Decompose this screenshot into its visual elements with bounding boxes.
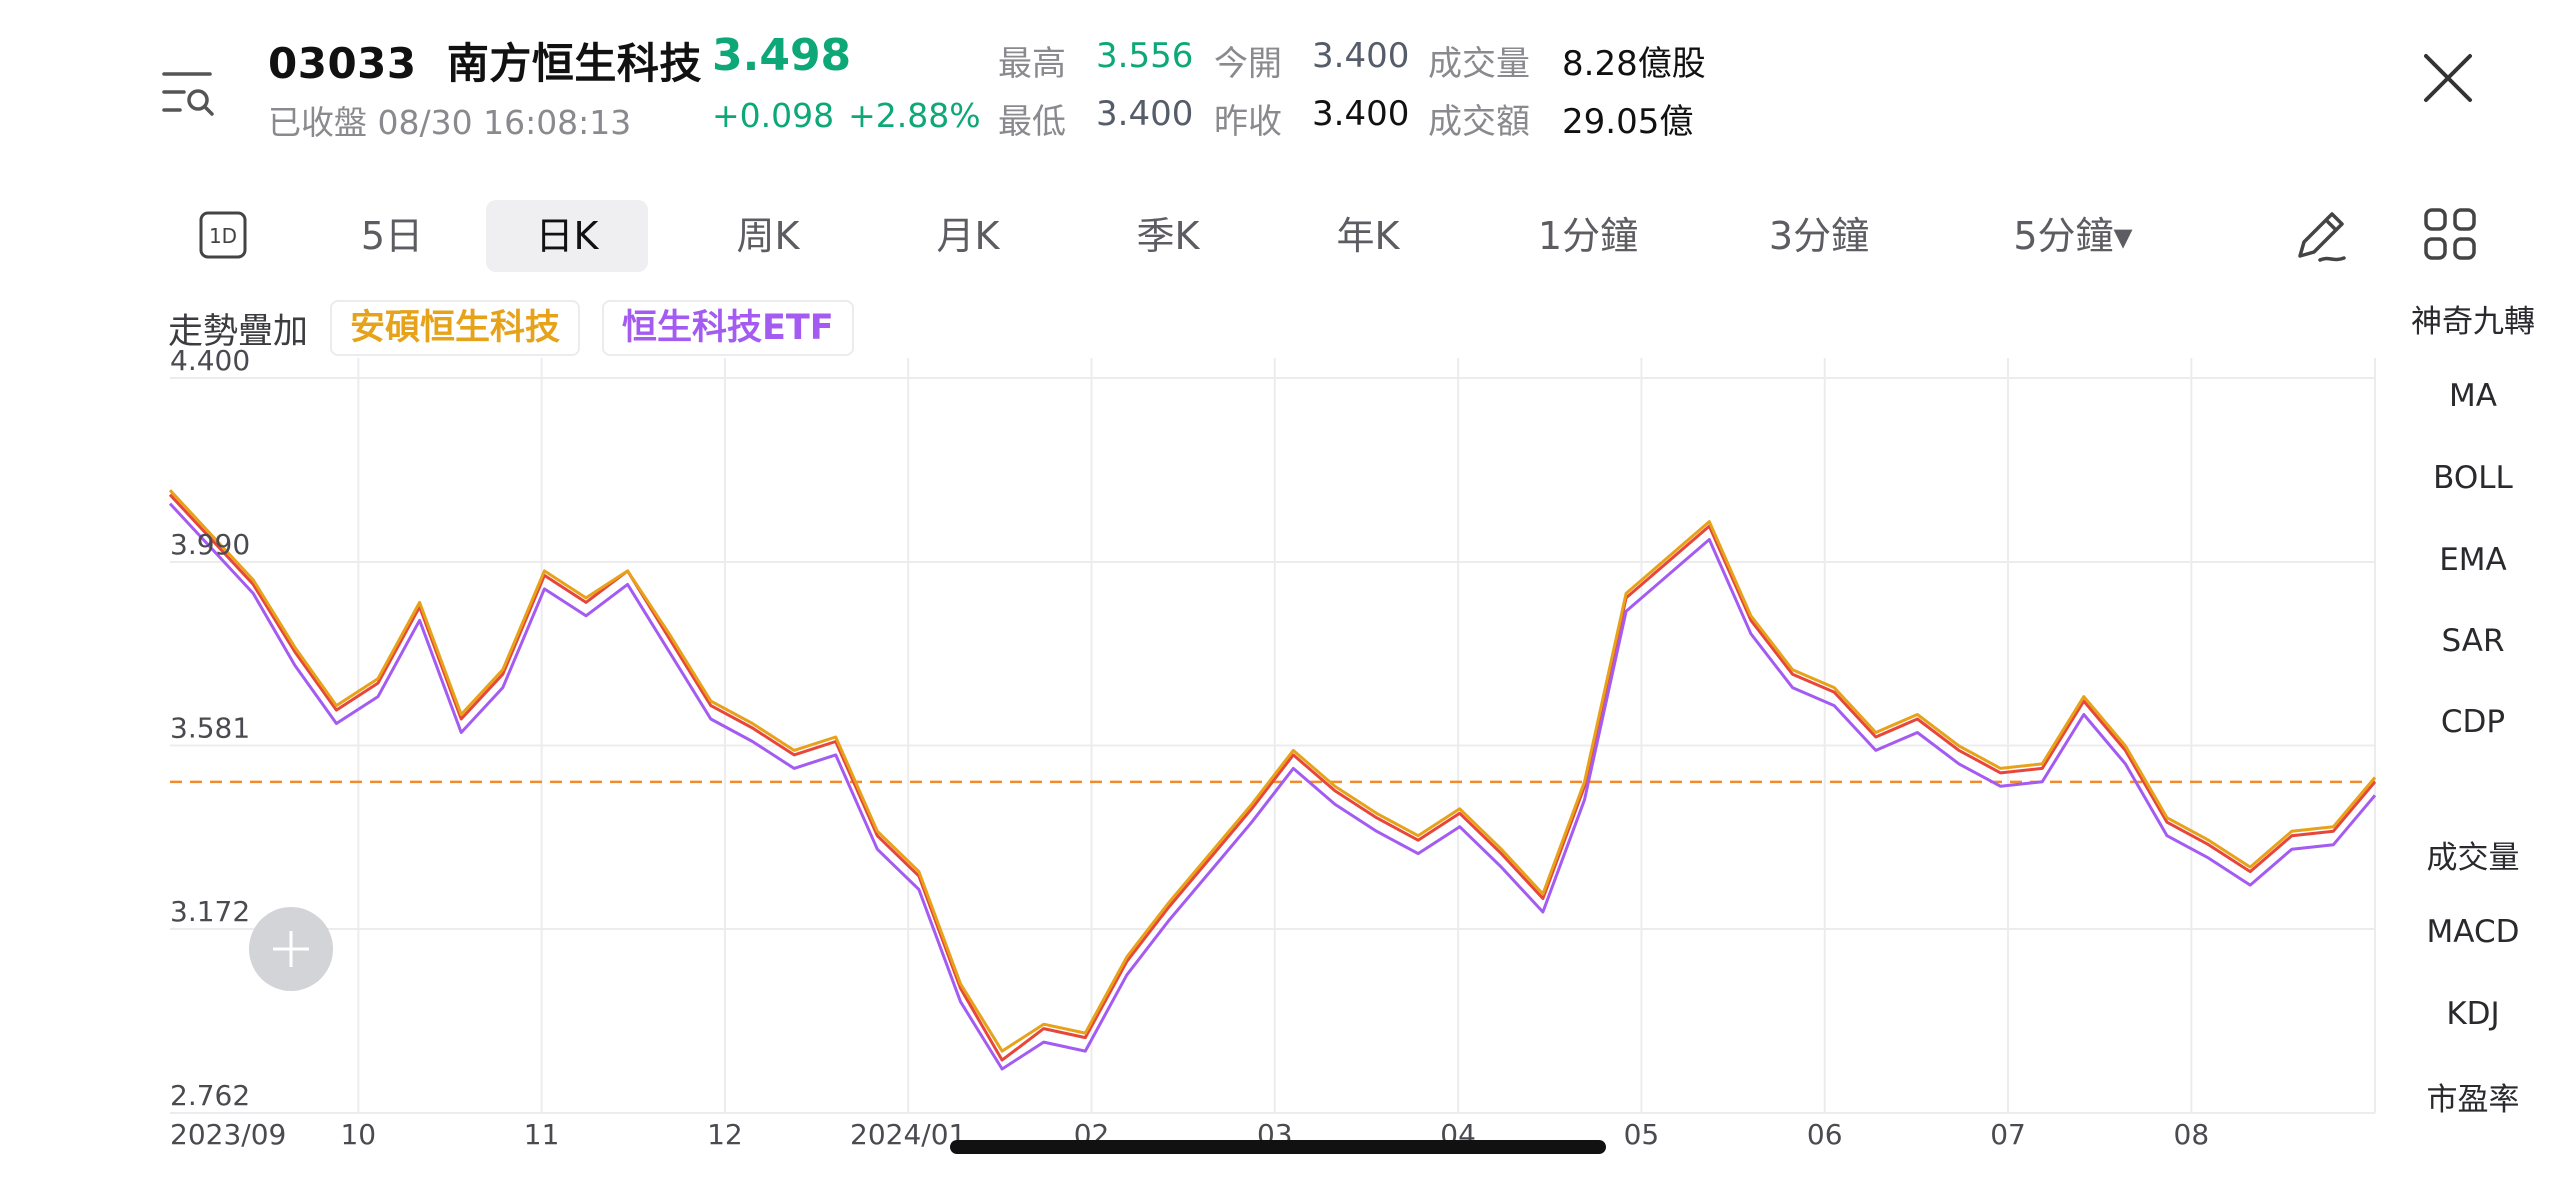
x-tick-label: 07 bbox=[1990, 1118, 2026, 1151]
x-tick-label: 08 bbox=[2174, 1118, 2210, 1151]
x-tick-label: 10 bbox=[340, 1118, 376, 1151]
y-tick-label: 3.581 bbox=[170, 712, 250, 745]
chart-series bbox=[168, 489, 2377, 1071]
add-indicator-button[interactable] bbox=[249, 907, 333, 991]
y-tick-label: 3.172 bbox=[170, 895, 250, 928]
x-tick-label: 06 bbox=[1807, 1118, 1843, 1151]
home-indicator[interactable] bbox=[950, 1140, 1606, 1154]
x-tick-label: 05 bbox=[1624, 1118, 1660, 1151]
y-tick-label: 3.990 bbox=[170, 528, 250, 561]
y-tick-label: 4.400 bbox=[170, 344, 250, 377]
series-line-gold bbox=[168, 489, 2377, 1053]
chart-y-labels: 4.400 3.990 3.581 3.172 2.762 bbox=[170, 344, 250, 1112]
price-chart[interactable]: 4.400 3.990 3.581 3.172 2.762 2023/09 10 11 12 2… bbox=[0, 0, 2556, 1179]
x-tick-label: 2024/01 bbox=[850, 1118, 966, 1151]
series-line-purple bbox=[168, 502, 2377, 1071]
y-tick-label: 2.762 bbox=[170, 1079, 250, 1112]
x-tick-label: 11 bbox=[524, 1118, 560, 1151]
x-tick-label: 2023/09 bbox=[170, 1118, 286, 1151]
x-tick-label: 12 bbox=[707, 1118, 743, 1151]
chart-grid bbox=[170, 358, 2376, 1114]
plus-icon bbox=[273, 931, 309, 967]
